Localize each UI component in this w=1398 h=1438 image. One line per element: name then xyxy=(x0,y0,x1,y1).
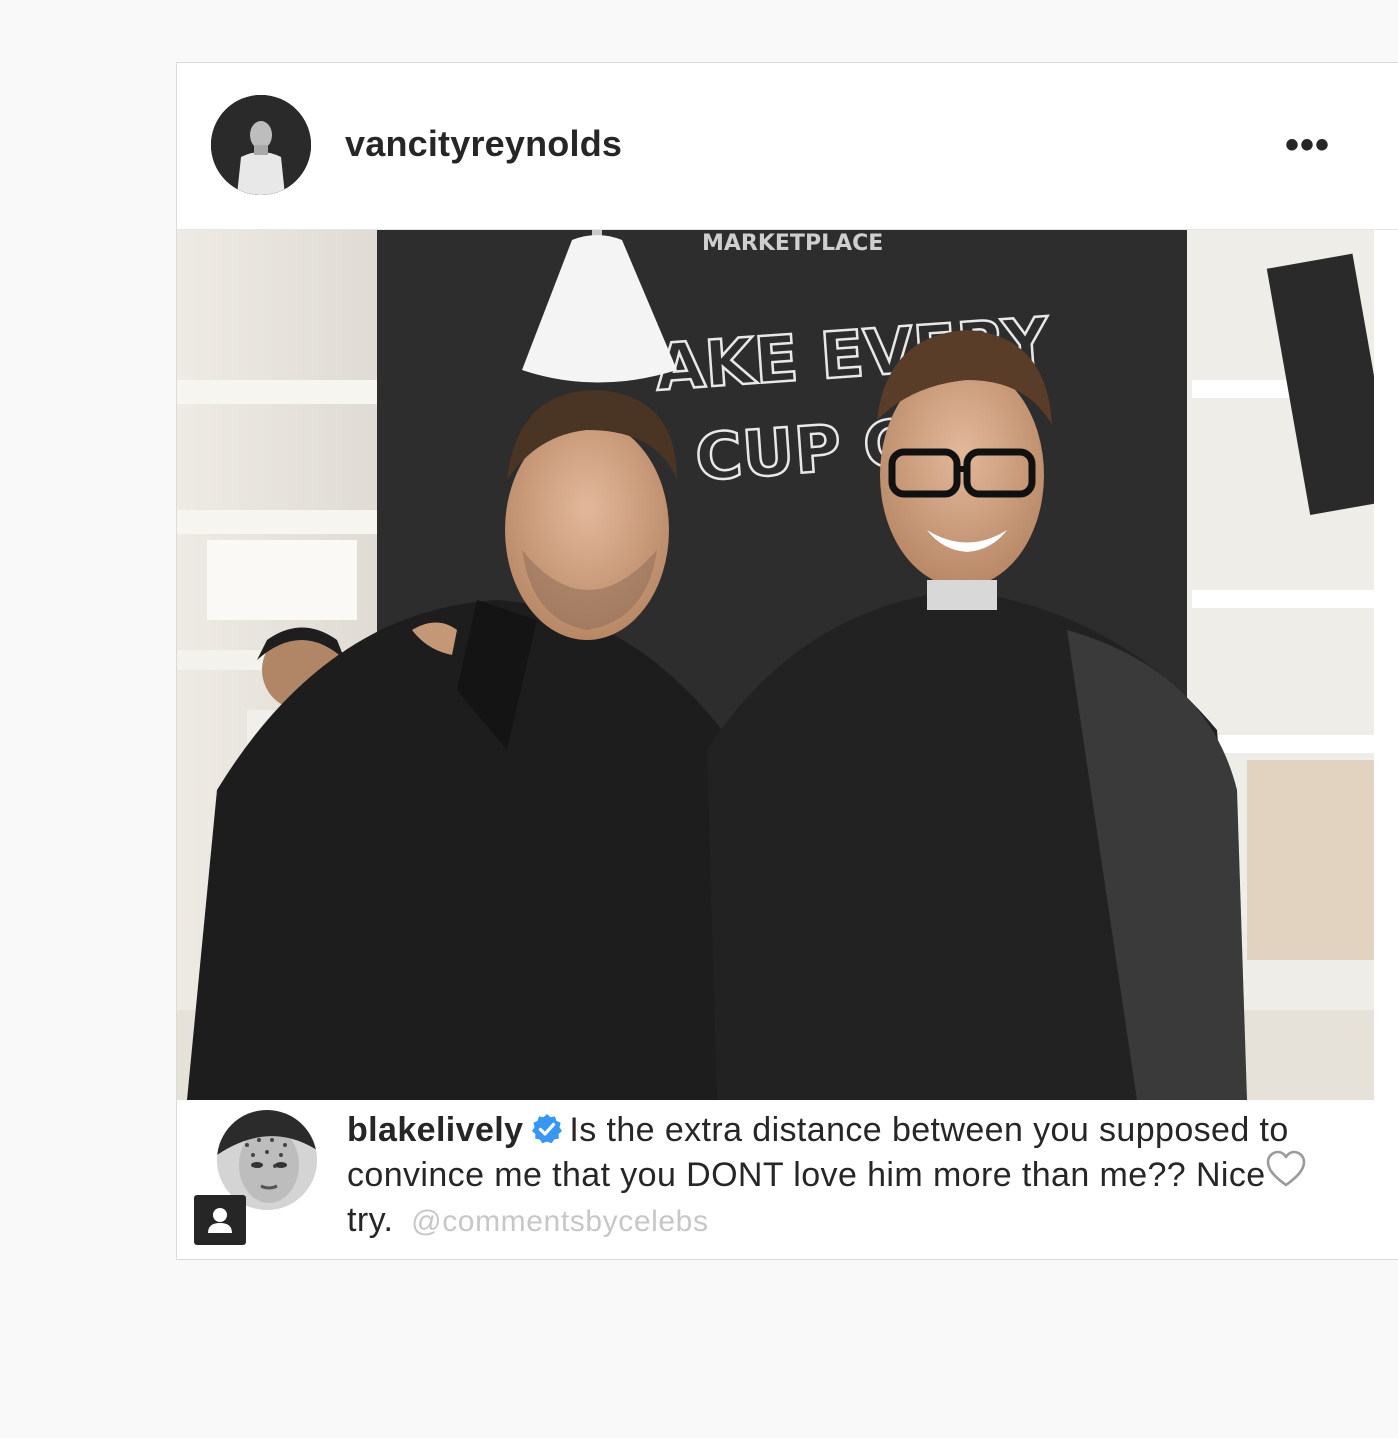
like-heart-icon[interactable] xyxy=(1265,1150,1307,1188)
author-username[interactable]: vancityreynolds xyxy=(345,123,622,165)
verified-badge-icon xyxy=(531,1113,563,1145)
more-options-icon[interactable]: ••• xyxy=(1285,125,1330,165)
post-header: vancityreynolds ••• xyxy=(177,63,1398,230)
author-avatar[interactable] xyxy=(211,95,311,195)
watermark-text: @commentsbycelebs xyxy=(411,1205,709,1238)
user-tag-icon[interactable] xyxy=(194,1195,246,1245)
photo-sign-line2: CUP C xyxy=(693,407,913,496)
photo-sign-top: MARKETPLACE xyxy=(702,231,883,256)
post-photo[interactable]: MARKETPLACE AKE EVERY CUP C xyxy=(177,230,1374,1100)
post-card: vancityreynolds ••• MARKETPLACE AKE EVER… xyxy=(176,62,1398,1260)
comment-text-block: blakelively Is the extra distance between… xyxy=(347,1108,1307,1244)
commenter-username[interactable]: blakelively xyxy=(347,1111,523,1149)
comment-row: blakelively Is the extra distance between… xyxy=(177,1100,1398,1260)
